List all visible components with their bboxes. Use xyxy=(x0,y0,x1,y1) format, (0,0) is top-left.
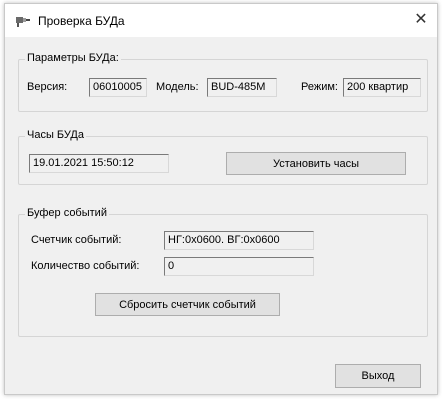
params-group: Параметры БУДа: Версия: 06010005 Модель:… xyxy=(18,52,428,112)
exit-button[interactable]: Выход xyxy=(335,364,421,388)
set-clock-button[interactable]: Установить часы xyxy=(226,152,406,175)
events-legend: Буфер событий xyxy=(25,207,109,219)
event-count-field: 0 xyxy=(164,257,314,276)
usb-plug-icon xyxy=(15,14,31,28)
title-bar[interactable]: Проверка БУДа ✕ xyxy=(5,4,437,37)
dialog-window: Проверка БУДа ✕ Параметры БУДа: Версия: … xyxy=(4,3,438,395)
event-counter-label: Счетчик событий: xyxy=(31,234,122,246)
event-count-label: Количество событий: xyxy=(31,260,140,272)
clock-group: Часы БУДа 19.01.2021 15:50:12 Установить… xyxy=(18,129,428,185)
event-counter-field: НГ:0x0600. ВГ:0x0600 xyxy=(164,231,314,250)
version-label: Версия: xyxy=(27,81,68,93)
reset-counter-button[interactable]: Сбросить счетчик событий xyxy=(95,293,280,316)
window-title: Проверка БУДа xyxy=(38,14,125,28)
params-legend: Параметры БУДа: xyxy=(25,52,121,64)
events-group: Буфер событий Счетчик событий: НГ:0x0600… xyxy=(18,207,428,337)
clock-legend: Часы БУДа xyxy=(25,129,86,141)
model-field: BUD-485M xyxy=(207,78,277,97)
close-icon[interactable]: ✕ xyxy=(405,4,437,34)
mode-label: Режим: xyxy=(301,81,338,93)
model-label: Модель: xyxy=(156,81,199,93)
datetime-field: 19.01.2021 15:50:12 xyxy=(29,154,169,173)
mode-field: 200 квартир xyxy=(343,78,421,97)
version-field: 06010005 xyxy=(89,78,147,97)
